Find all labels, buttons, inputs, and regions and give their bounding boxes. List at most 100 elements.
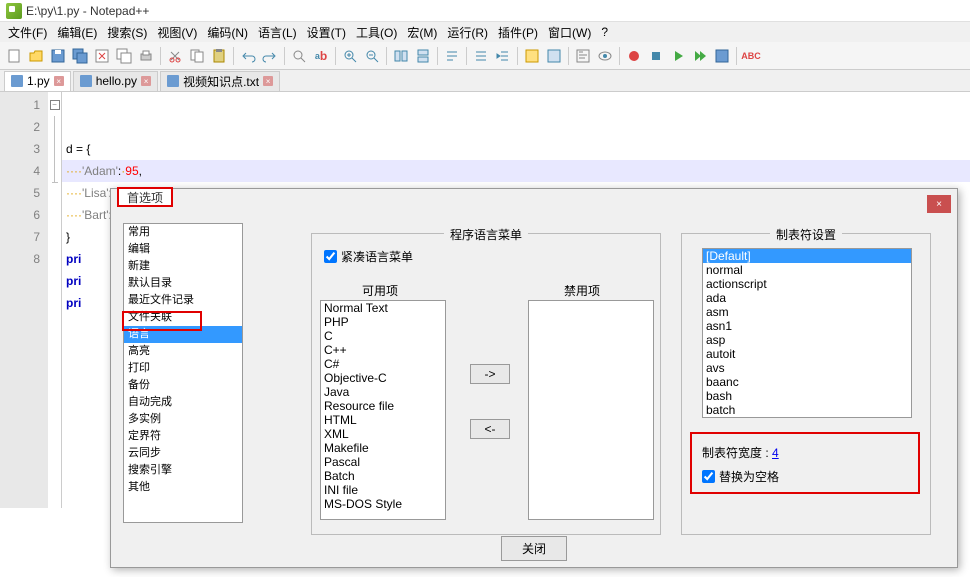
cat-autocomplete[interactable]: 自动完成	[124, 394, 242, 411]
play-icon[interactable]	[668, 46, 688, 66]
list-item[interactable]: C++	[321, 343, 445, 357]
tab-2[interactable]: hello.py ×	[73, 71, 158, 91]
indent-icon[interactable]	[493, 46, 513, 66]
cat-multi-instance[interactable]: 多实例	[124, 411, 242, 428]
cat-general[interactable]: 常用	[124, 224, 242, 241]
cat-recent[interactable]: 最近文件记录	[124, 292, 242, 309]
cat-highlight[interactable]: 高亮	[124, 343, 242, 360]
spellcheck-icon[interactable]: ABC	[741, 46, 761, 66]
new-icon[interactable]	[4, 46, 24, 66]
list-item[interactable]: actionscript	[703, 277, 911, 291]
move-right-button[interactable]: ->	[470, 364, 510, 384]
cat-search-engine[interactable]: 搜索引擎	[124, 462, 242, 479]
tab-width-value[interactable]: 4	[772, 446, 779, 460]
menu-language[interactable]: 语言(L)	[254, 22, 301, 43]
list-item[interactable]: MS-DOS Style	[321, 497, 445, 511]
fold-minus-icon[interactable]: −	[50, 100, 60, 110]
menu-search[interactable]: 搜索(S)	[103, 22, 151, 43]
tab-close-icon[interactable]: ×	[54, 76, 64, 86]
monitor-icon[interactable]	[595, 46, 615, 66]
list-item[interactable]: asp	[703, 333, 911, 347]
sync-h-icon[interactable]	[413, 46, 433, 66]
list-item[interactable]: normal	[703, 263, 911, 277]
move-left-button[interactable]: <-	[470, 419, 510, 439]
replace-spaces-checkbox[interactable]: 替换为空格	[702, 468, 779, 485]
list-item[interactable]: avs	[703, 361, 911, 375]
list-item[interactable]: C	[321, 329, 445, 343]
category-list[interactable]: 常用 编辑 新建 默认目录 最近文件记录 文件关联 语言 高亮 打印 备份 自动…	[123, 223, 243, 523]
list-item[interactable]: batch	[703, 403, 911, 417]
tab-lang-list[interactable]: [Default] normal actionscript ada asm as…	[702, 248, 912, 418]
open-icon[interactable]	[26, 46, 46, 66]
list-item[interactable]: Batch	[321, 469, 445, 483]
redo-icon[interactable]	[260, 46, 280, 66]
menu-window[interactable]: 窗口(W)	[544, 22, 595, 43]
compact-checkbox[interactable]: 紧凑语言菜单	[324, 248, 652, 265]
list-item[interactable]: INI file	[321, 483, 445, 497]
cat-default-dir[interactable]: 默认目录	[124, 275, 242, 292]
menu-view[interactable]: 视图(V)	[153, 22, 201, 43]
disabled-list[interactable]	[528, 300, 654, 520]
list-item[interactable]: Makefile	[321, 441, 445, 455]
save-all-icon[interactable]	[70, 46, 90, 66]
menu-settings[interactable]: 设置(T)	[303, 22, 350, 43]
close-button[interactable]: 关闭	[501, 536, 567, 561]
fold-column[interactable]: −	[48, 92, 62, 508]
list-item[interactable]: C#	[321, 357, 445, 371]
show-all-icon[interactable]	[471, 46, 491, 66]
list-item[interactable]: ada	[703, 291, 911, 305]
folder-tree-icon[interactable]	[544, 46, 564, 66]
zoom-in-icon[interactable]	[340, 46, 360, 66]
menu-file[interactable]: 文件(F)	[4, 22, 51, 43]
menu-edit[interactable]: 编辑(E)	[53, 22, 101, 43]
menu-tools[interactable]: 工具(O)	[352, 22, 401, 43]
undo-icon[interactable]	[238, 46, 258, 66]
find-icon[interactable]	[289, 46, 309, 66]
list-item[interactable]: Normal Text	[321, 301, 445, 315]
list-item[interactable]: XML	[321, 427, 445, 441]
list-item[interactable]: HTML	[321, 413, 445, 427]
available-list[interactable]: Normal Text PHP C C++ C# Objective-C Jav…	[320, 300, 446, 520]
cat-new[interactable]: 新建	[124, 258, 242, 275]
cat-backup[interactable]: 备份	[124, 377, 242, 394]
record-icon[interactable]	[624, 46, 644, 66]
paste-icon[interactable]	[209, 46, 229, 66]
list-item[interactable]: Pascal	[321, 455, 445, 469]
list-item[interactable]: bash	[703, 389, 911, 403]
menu-help[interactable]: ?	[597, 23, 612, 41]
print-icon[interactable]	[136, 46, 156, 66]
list-item[interactable]: Objective-C	[321, 371, 445, 385]
dialog-close-button[interactable]: ×	[927, 195, 951, 213]
list-item[interactable]: Java	[321, 385, 445, 399]
doc-map-icon[interactable]	[573, 46, 593, 66]
list-item[interactable]: baanc	[703, 375, 911, 389]
list-item[interactable]: asm	[703, 305, 911, 319]
zoom-out-icon[interactable]	[362, 46, 382, 66]
tab-close-icon[interactable]: ×	[263, 76, 273, 86]
list-item[interactable]: Resource file	[321, 399, 445, 413]
func-list-icon[interactable]	[522, 46, 542, 66]
stop-icon[interactable]	[646, 46, 666, 66]
list-item[interactable]: PHP	[321, 315, 445, 329]
list-item[interactable]: [Default]	[703, 249, 911, 263]
menu-run[interactable]: 运行(R)	[443, 22, 492, 43]
copy-icon[interactable]	[187, 46, 207, 66]
tab-close-icon[interactable]: ×	[141, 76, 151, 86]
cat-file-assoc[interactable]: 文件关联	[124, 309, 242, 326]
menu-encoding[interactable]: 编码(N)	[203, 22, 252, 43]
save-macro-icon[interactable]	[712, 46, 732, 66]
cut-icon[interactable]	[165, 46, 185, 66]
close-all-icon[interactable]	[114, 46, 134, 66]
list-item[interactable]: autoit	[703, 347, 911, 361]
tab-1[interactable]: 1.py ×	[4, 71, 71, 91]
menu-plugins[interactable]: 插件(P)	[494, 22, 542, 43]
play-multi-icon[interactable]	[690, 46, 710, 66]
cat-language[interactable]: 语言	[124, 326, 242, 343]
close-icon[interactable]	[92, 46, 112, 66]
replace-icon[interactable]: ab	[311, 46, 331, 66]
cat-misc[interactable]: 其他	[124, 479, 242, 496]
list-item[interactable]: asn1	[703, 319, 911, 333]
cat-cloud[interactable]: 云同步	[124, 445, 242, 462]
wrap-icon[interactable]	[442, 46, 462, 66]
cat-print[interactable]: 打印	[124, 360, 242, 377]
